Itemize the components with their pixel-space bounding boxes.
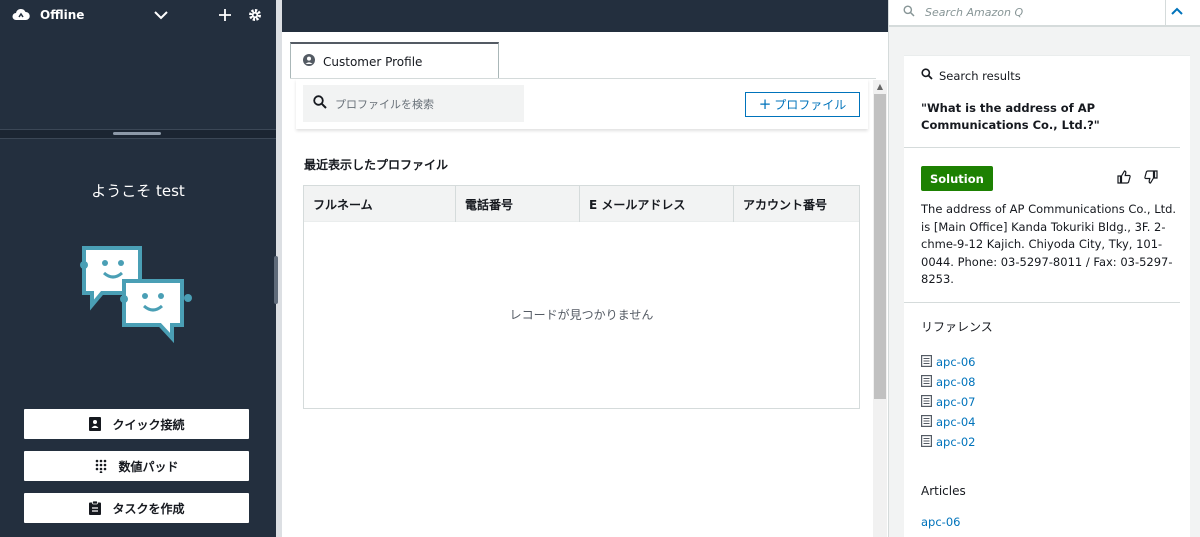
- grip-bar: [113, 132, 161, 135]
- ccp-header: Offline: [0, 0, 276, 30]
- clipboard-icon: [88, 501, 102, 515]
- amazon-q-search-input[interactable]: Search Amazon Q: [889, 0, 1200, 27]
- add-profile-label: プロファイル: [774, 98, 847, 112]
- agent-workspace: Customer Profile プロファイルを検索 + プロファイル 最近表示…: [282, 0, 888, 537]
- workspace-header: [282, 0, 888, 32]
- reference-label: apc-07: [936, 395, 976, 409]
- scroll-up-arrow[interactable]: ▲: [874, 82, 886, 92]
- tab-customer-profile[interactable]: Customer Profile: [290, 42, 499, 79]
- chat-bubbles-illustration: [80, 243, 195, 344]
- numpad-button[interactable]: 数値パッド: [24, 451, 249, 481]
- chevron-down-icon[interactable]: [150, 4, 172, 26]
- reference-link[interactable]: apc-07: [921, 392, 975, 412]
- thumbs-up-icon[interactable]: [1117, 170, 1133, 186]
- reference-link[interactable]: apc-02: [921, 432, 975, 452]
- references-list: apc-06 apc-08 apc-07 apc-04 apc-02: [921, 352, 975, 452]
- search-icon: [903, 5, 915, 20]
- chevron-up-icon[interactable]: [1171, 6, 1183, 19]
- reference-link[interactable]: apc-06: [921, 352, 975, 372]
- reference-label: apc-08: [936, 375, 976, 389]
- panel-resize-handle[interactable]: [0, 129, 276, 139]
- search-divider: [1165, 0, 1166, 27]
- column-header-fullname[interactable]: フルネーム: [304, 186, 456, 222]
- create-task-label: タスクを作成: [112, 501, 185, 516]
- reference-label: apc-02: [936, 435, 976, 449]
- search-icon: [313, 95, 327, 112]
- answer-text: The address of AP Communications Co., Lt…: [921, 202, 1177, 286]
- quick-connect-button[interactable]: クイック接続: [24, 409, 249, 439]
- query-text: "What is the address of AP Communication…: [921, 101, 1100, 132]
- column-header-account[interactable]: アカウント番号: [734, 186, 859, 222]
- search-results-label: Search results: [939, 68, 1021, 83]
- gear-icon[interactable]: [244, 4, 266, 26]
- search-placeholder: プロファイルを検索: [335, 97, 434, 111]
- empty-state-text: レコードが見つかりません: [509, 308, 654, 322]
- thumbs-down-icon[interactable]: [1144, 170, 1160, 186]
- profile-search-bar: プロファイルを検索 + プロファイル: [296, 79, 868, 129]
- reference-label: apc-04: [936, 415, 976, 429]
- scrollbar-thumb[interactable]: [874, 94, 886, 399]
- amazon-q-panel: Search Amazon Q Search results "What is …: [888, 0, 1200, 537]
- column-header-phone[interactable]: 電話番号: [456, 186, 580, 222]
- vertical-resize-handle[interactable]: [274, 256, 278, 304]
- tab-label: Customer Profile: [323, 54, 423, 69]
- references-heading: リファレンス: [921, 320, 993, 334]
- document-icon: [921, 374, 933, 390]
- solution-badge: Solution: [921, 166, 993, 191]
- welcome-message: ようこそ test: [91, 182, 185, 200]
- recent-profiles-heading: 最近表示したプロファイル: [304, 158, 449, 172]
- user-circle-icon: [303, 54, 315, 69]
- document-icon: [921, 434, 933, 450]
- search-icon: [921, 68, 933, 83]
- document-icon: [921, 354, 933, 370]
- plus-icon: +: [758, 95, 772, 113]
- contact-book-icon: [88, 417, 102, 431]
- reference-link[interactable]: apc-04: [921, 412, 975, 432]
- table-header: フルネーム 電話番号 E メールアドレス アカウント番号: [304, 186, 859, 222]
- column-header-email[interactable]: E メールアドレス: [580, 186, 734, 222]
- agent-status[interactable]: Offline: [40, 8, 84, 22]
- cloud-phone-icon: [10, 4, 32, 26]
- numpad-label: 数値パッド: [118, 459, 179, 474]
- quick-connect-label: クイック接続: [112, 417, 185, 432]
- amazon-q-search-placeholder: Search Amazon Q: [925, 6, 1024, 19]
- contact-control-panel: Offline ようこそ test クイック接続 数値パッド タスクを作成: [0, 0, 276, 537]
- reference-label: apc-06: [936, 355, 976, 369]
- article-link[interactable]: apc-06: [921, 515, 960, 529]
- plus-icon[interactable]: [214, 4, 236, 26]
- document-icon: [921, 414, 933, 430]
- add-profile-button[interactable]: + プロファイル: [745, 92, 860, 117]
- create-task-button[interactable]: タスクを作成: [24, 493, 249, 523]
- divider: [904, 147, 1180, 148]
- search-results-card: Search results "What is the address of A…: [904, 55, 1190, 537]
- profile-search-input[interactable]: プロファイルを検索: [303, 85, 524, 122]
- divider: [904, 302, 1180, 303]
- document-icon: [921, 394, 933, 410]
- reference-link[interactable]: apc-08: [921, 372, 975, 392]
- keypad-icon: [94, 459, 108, 473]
- search-results-header: Search results: [921, 68, 1021, 83]
- articles-heading: Articles: [921, 484, 966, 498]
- profiles-table: フルネーム 電話番号 E メールアドレス アカウント番号 レコードが見つかりませ…: [303, 185, 860, 409]
